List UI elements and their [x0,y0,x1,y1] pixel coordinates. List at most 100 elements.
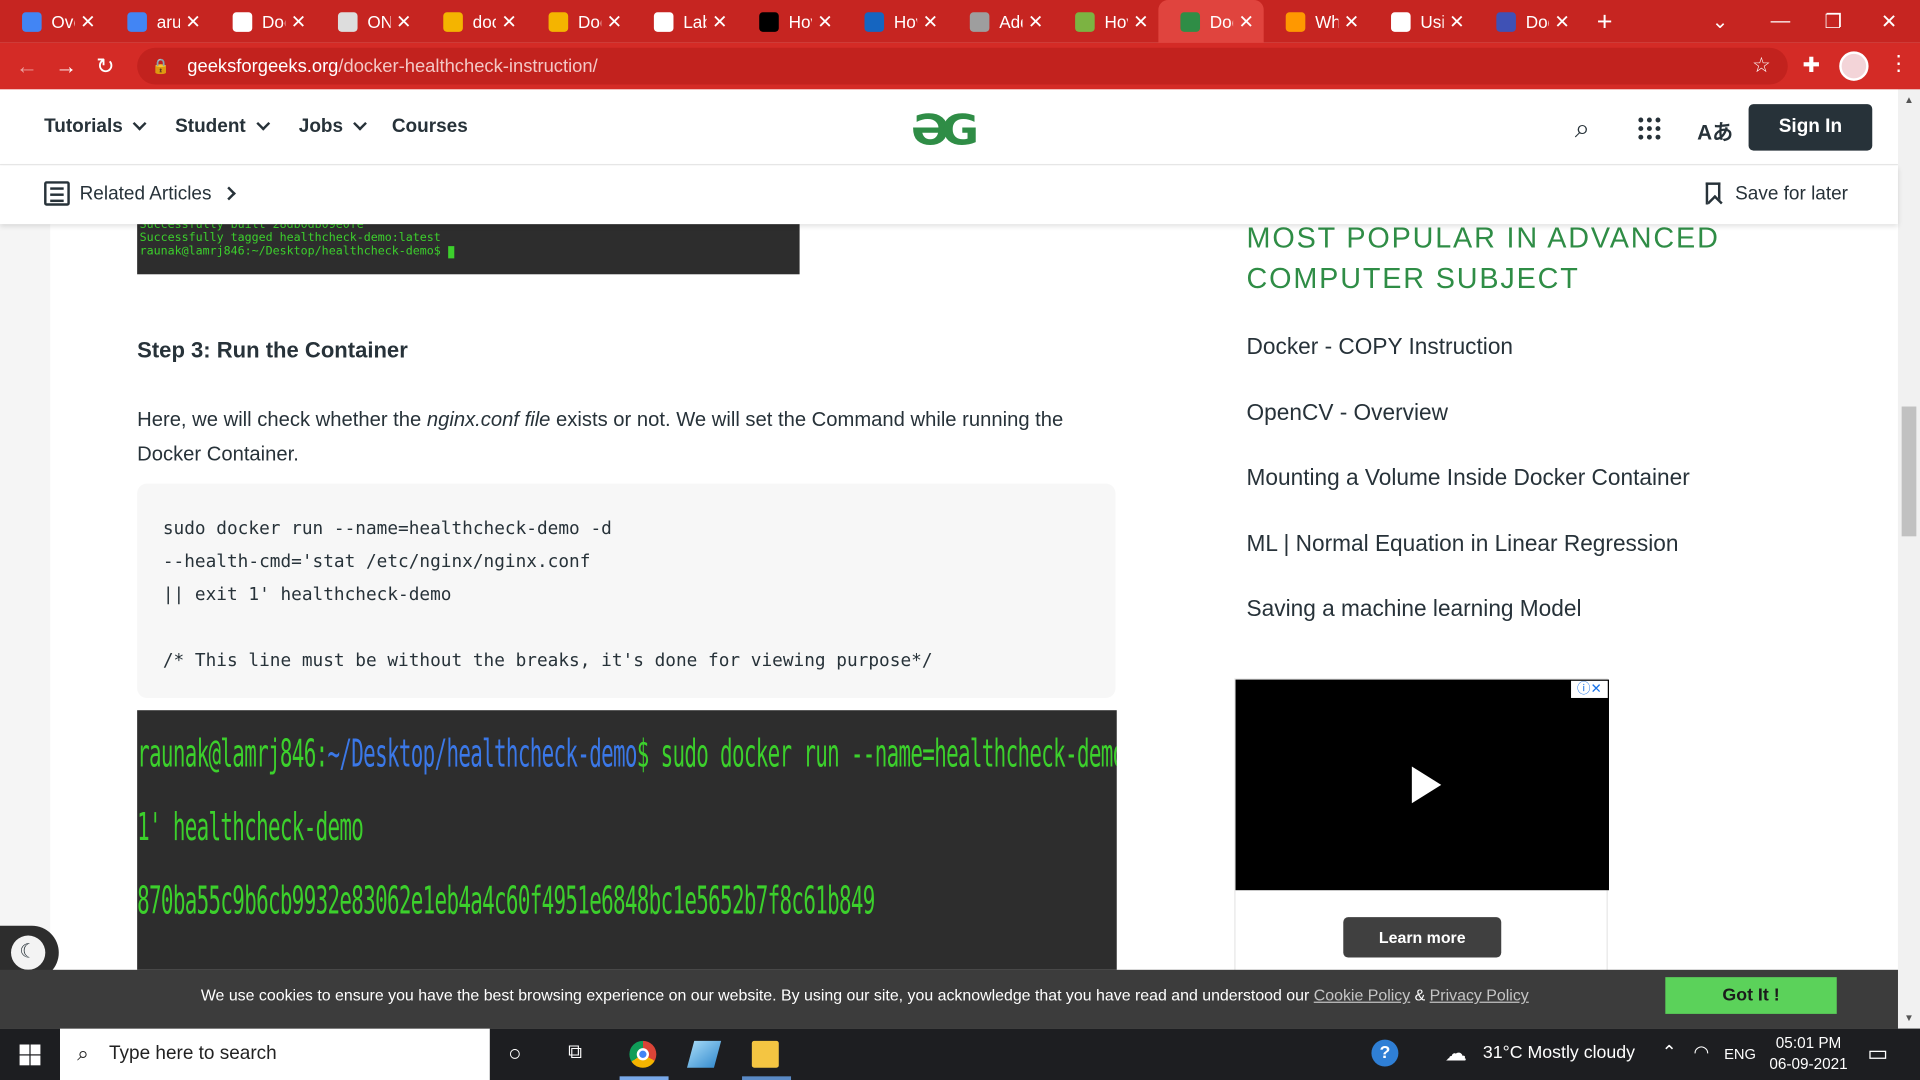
chevron-down-icon [255,116,270,131]
sign-in-button[interactable]: Sign In [1748,104,1873,151]
taskbar-search[interactable]: ⌕ Type here to search [60,1028,490,1080]
browser-tab[interactable]: arun✕ [105,0,210,43]
site-header: Tutorials Student Jobs Courses ƏG ⌕ Aあ [0,89,1898,166]
language-indicator[interactable]: ENG [1724,1046,1756,1063]
address-bar[interactable]: 🔒 geeksforgeeks.org/docker-healthcheck-i… [137,47,1788,85]
ad-video-player[interactable]: ⓘ✕ [1235,679,1609,891]
lock-icon[interactable]: 🔒 [152,58,170,75]
tray-chevron-icon[interactable]: ⌃ [1662,1043,1677,1063]
terminal-command-continued: 1' healthcheck-demo [137,805,364,850]
tab-close-icon[interactable]: ✕ [923,10,938,33]
windows-start-icon[interactable] [19,1044,41,1066]
scroll-up-icon[interactable]: ▲ [1904,94,1914,105]
tab-close-icon[interactable]: ✕ [1344,10,1359,33]
restore-icon[interactable]: ❐ [1825,0,1843,43]
tab-close-icon[interactable]: ✕ [1449,10,1464,33]
tab-close-icon[interactable]: ✕ [817,10,832,33]
help-icon[interactable]: ? [1371,1039,1399,1067]
weather-cloud-icon[interactable]: ☁ [1445,1041,1467,1067]
tab-search-icon[interactable]: ⌄ [1712,0,1728,43]
browser-menu-icon[interactable]: ⋮ [1888,51,1909,75]
tab-favicon-icon [1180,11,1201,32]
weather-text[interactable]: 31°C Mostly cloudy [1483,1043,1635,1063]
back-icon[interactable]: ← [7,53,46,79]
minimize-icon[interactable]: — [1771,0,1791,43]
cortana-icon[interactable]: ○ [508,1041,521,1067]
play-icon[interactable] [1411,766,1442,804]
notepad-taskbar-icon[interactable] [687,1040,722,1068]
browser-tab[interactable]: ONI✕ [316,0,421,43]
scroll-down-icon[interactable]: ▼ [1904,1013,1914,1024]
tab-close-icon[interactable]: ✕ [80,10,95,33]
browser-tab[interactable]: doc✕ [421,0,526,43]
page-scrollbar[interactable]: ▲ ▼ [1897,89,1920,1029]
save-for-later-link[interactable]: Save for later [1735,184,1848,206]
bookmark-star-icon[interactable]: ☆ [1752,54,1771,78]
tab-close-icon[interactable]: ✕ [1133,10,1148,33]
task-view-icon[interactable]: ⧉ [568,1042,582,1064]
wifi-icon[interactable]: ◠ [1693,1043,1708,1063]
nav-courses[interactable]: Courses [392,116,468,138]
tab-close-icon[interactable]: ✕ [396,10,411,33]
popular-link[interactable]: Mounting a Volume Inside Docker Containe… [1247,464,1690,491]
popular-link[interactable]: Docker - COPY Instruction [1247,333,1513,360]
new-tab-icon[interactable]: + [1597,6,1613,38]
tab-close-icon[interactable]: ✕ [501,10,516,33]
nav-student[interactable]: Student [175,116,270,138]
tab-close-icon[interactable]: ✕ [712,10,727,33]
nav-jobs[interactable]: Jobs [299,116,368,138]
browser-tab[interactable]: Hov✕ [737,0,842,43]
tab-favicon-icon [1391,11,1411,32]
privacy-policy-link[interactable]: Privacy Policy [1430,986,1529,1004]
scrollbar-thumb[interactable] [1901,406,1917,537]
ad-choices-icon[interactable]: ⓘ✕ [1571,680,1608,698]
tab-close-icon[interactable]: ✕ [1238,10,1253,33]
browser-tab[interactable]: Usi ✕ [1369,0,1474,43]
tab-close-icon[interactable]: ✕ [607,10,622,33]
nav-tutorials[interactable]: Tutorials [44,116,147,138]
browser-tab[interactable]: Hov✕ [842,0,947,43]
browser-tab[interactable]: Lab✕ [632,0,737,43]
close-window-icon[interactable]: ✕ [1881,0,1897,43]
chevron-right-icon[interactable] [222,186,236,201]
browser-tab[interactable]: Hov✕ [1053,0,1158,43]
profile-avatar[interactable] [1839,51,1869,81]
popular-link[interactable]: OpenCV - Overview [1247,399,1448,426]
browser-tab[interactable]: Doc✕ [1158,0,1264,43]
browser-tab[interactable]: Doc✕ [527,0,632,43]
popular-link[interactable]: Saving a machine learning Model [1247,595,1582,622]
popular-link[interactable]: ML | Normal Equation in Linear Regressio… [1247,530,1679,557]
system-clock[interactable]: 05:01 PM 06-09-2021 [1769,1033,1847,1075]
browser-tab[interactable]: Wh ✕ [1264,0,1369,43]
extensions-icon[interactable]: ✚ [1802,54,1819,78]
gfg-logo[interactable]: ƏG [911,107,979,156]
reload-icon[interactable]: ↻ [86,53,125,79]
tab-close-icon[interactable]: ✕ [1554,10,1569,33]
notifications-icon[interactable]: ▭ [1867,1041,1888,1067]
nav-courses-label: Courses [391,116,468,138]
browser-tab[interactable]: Doc✕ [1474,0,1579,43]
code-block[interactable]: sudo docker run --name=healthcheck-demo … [137,483,1116,698]
articles-list-icon[interactable] [44,181,70,206]
file-explorer-taskbar-icon[interactable] [751,1040,779,1068]
related-articles-link[interactable]: Related Articles [80,184,212,206]
browser-tab[interactable]: Add✕ [948,0,1053,43]
forward-icon[interactable]: → [47,53,86,79]
learn-more-button[interactable]: Learn more [1343,917,1502,958]
cookie-policy-link[interactable]: Cookie Policy [1314,986,1410,1004]
got-it-button[interactable]: Got It ! [1665,977,1837,1014]
tab-close-icon[interactable]: ✕ [1028,10,1043,33]
tab-close-icon[interactable]: ✕ [185,10,200,33]
browser-tab[interactable]: Ove✕ [0,0,105,43]
translate-icon[interactable]: Aあ [1697,115,1733,146]
browser-tab[interactable]: Doc✕ [211,0,316,43]
tab-title: Doc [1525,11,1550,32]
bookmark-icon[interactable] [1705,182,1721,205]
tab-close-icon[interactable]: ✕ [291,10,306,33]
chrome-taskbar-icon[interactable] [629,1040,657,1068]
apps-grid-icon[interactable] [1638,117,1661,140]
search-icon[interactable]: ⌕ [1575,113,1590,145]
tab-favicon-icon [653,11,674,32]
tab-favicon-icon [969,11,990,32]
tab-favicon-icon [1285,11,1306,32]
